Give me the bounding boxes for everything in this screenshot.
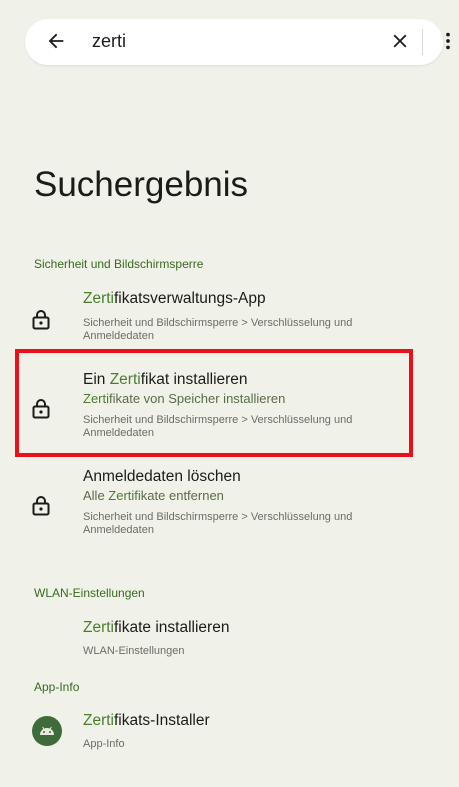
result-title: Zertifikatsverwaltungs-App [83, 290, 266, 307]
result-wlan-install-certificates[interactable]: Zertifikate installieren WLAN-Einstellun… [25, 619, 425, 661]
result-path: WLAN-Einstellungen [83, 645, 185, 657]
search-divider [422, 29, 423, 55]
section-header-app-info: App-Info [34, 680, 80, 694]
result-title: Zertifikate installieren [83, 619, 230, 636]
result-title: Anmeldedaten löschen [83, 468, 241, 485]
page-title: Suchergebnis [34, 165, 249, 204]
lock-icon [32, 496, 50, 516]
android-app-icon [32, 716, 62, 746]
close-icon[interactable] [389, 30, 411, 52]
result-path: App-Info [83, 738, 125, 750]
section-header-security: Sicherheit und Bildschirmsperre [34, 257, 204, 271]
result-path: Sicherheit und Bildschirmsperre > Versch… [83, 511, 353, 536]
annotation-highlight-box [15, 349, 413, 457]
result-certificate-management-app[interactable]: Zertifikatsverwaltungs-App Sicherheit un… [25, 290, 425, 342]
result-subtitle: Alle Zertifikate entfernen [83, 488, 224, 503]
lock-icon [32, 310, 50, 330]
result-certificate-installer[interactable]: Zertifikats-Installer App-Info [25, 712, 425, 754]
arrow-left-icon[interactable] [45, 30, 67, 52]
more-vert-icon[interactable] [437, 30, 459, 52]
section-header-wlan: WLAN-Einstellungen [34, 586, 145, 600]
search-input[interactable]: zerti [92, 31, 126, 52]
result-title: Zertifikats-Installer [83, 712, 210, 729]
result-clear-credentials[interactable]: Anmeldedaten löschen Alle Zertifikate en… [25, 468, 425, 540]
search-bar[interactable]: zerti [25, 19, 450, 65]
result-path: Sicherheit und Bildschirmsperre > Versch… [83, 317, 353, 342]
